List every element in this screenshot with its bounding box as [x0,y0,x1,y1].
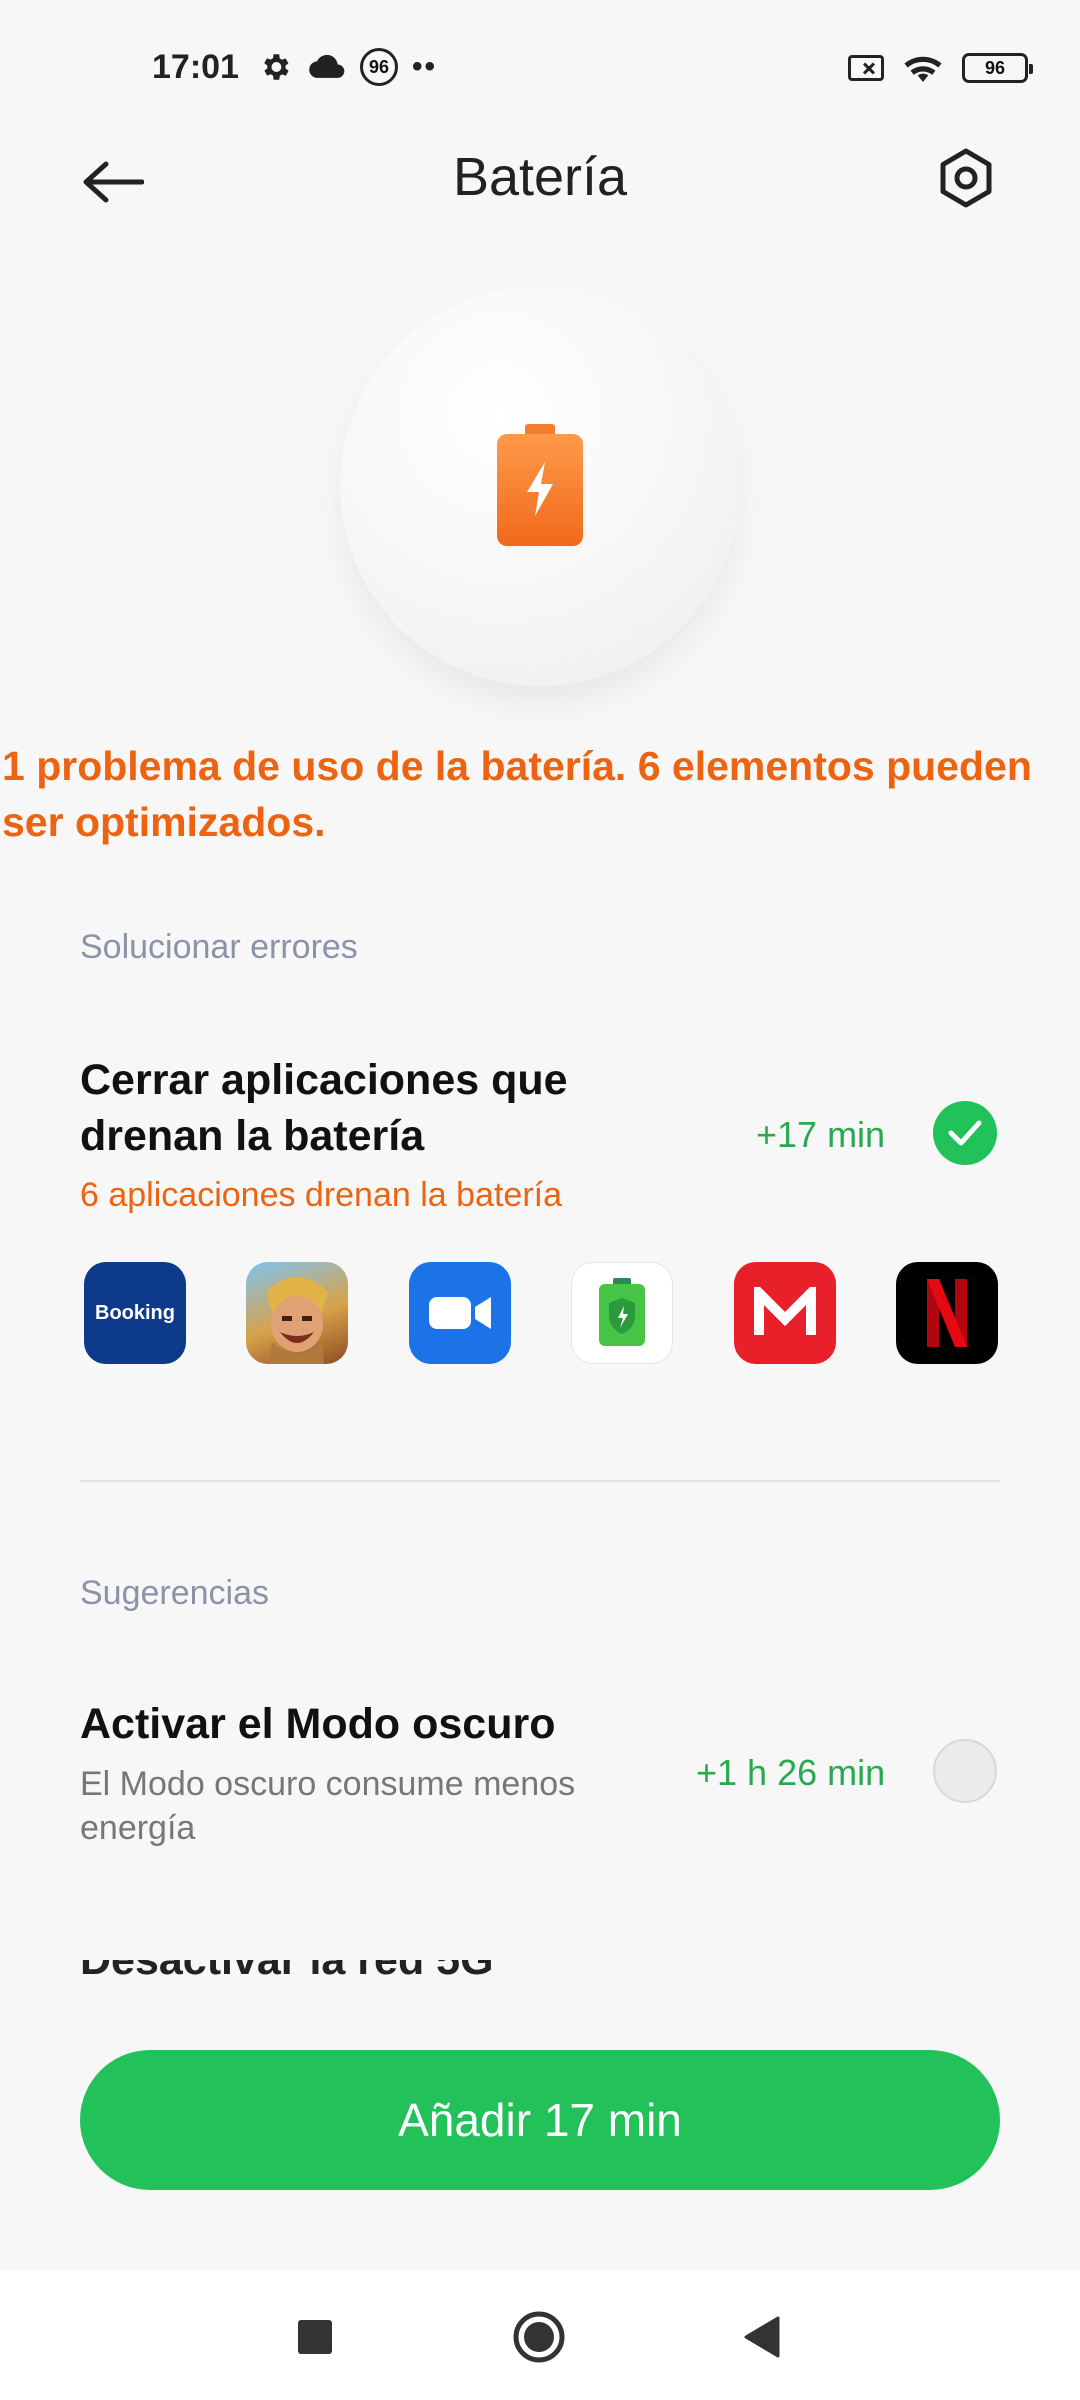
recent-apps-icon[interactable] [298,2320,332,2354]
notification-badge-icon: 96 [360,48,398,86]
battery-summary: 1 problema de uso de la batería. 6 eleme… [2,743,1032,845]
home-icon[interactable] [512,2310,566,2364]
battery-shield-icon [599,1278,646,1346]
dark-mode-title[interactable]: Activar el Modo oscuro [80,1696,555,1752]
next-suggestion-title: Desactivar la red 5G [80,1960,1000,1980]
more-notifications-indicator: •• [412,50,438,83]
status-bar: 17:01 96 •• 96 [0,0,1080,140]
lords-mobile-app-icon[interactable] [246,1262,349,1364]
battery-app-icon[interactable] [571,1262,674,1364]
battery-charging-icon [497,424,583,546]
status-time: 17:01 [152,48,239,86]
close-draining-apps-gain: +17 min [756,1114,886,1155]
booking-app-label: Booking [95,1301,175,1324]
gear-icon [264,54,289,80]
dark-mode-checkbox[interactable] [933,1739,997,1803]
page-title: Batería [452,147,628,207]
video-camera-icon [428,1297,491,1329]
settings-button[interactable] [934,146,998,210]
no-sim-icon [848,55,884,81]
status-icons-left: 96 •• [258,48,437,86]
netflix-n-icon [926,1279,967,1347]
navigation-bar [0,2270,1080,2400]
add-time-button[interactable]: Añadir 17 min [80,2050,1000,2190]
section-label-fix-errors: Solucionar errores [80,928,358,966]
battery-status-icon: 96 [962,53,1033,83]
mega-m-icon [753,1287,816,1335]
section-label-suggestions: Sugerencias [80,1574,270,1612]
check-icon [948,1120,982,1146]
dark-mode-gain: +1 h 26 min [696,1752,886,1793]
dark-mode-subtitle: El Modo oscuro consume menos energía [80,1765,576,1847]
settings-hexagon-icon [940,148,992,208]
close-draining-apps-subtitle: 6 aplicaciones drenan la batería [80,1176,562,1214]
top-bar: Batería [0,130,1080,240]
status-icons-right: 96 [848,52,1033,84]
section-divider [80,1480,1000,1482]
zoom-app-icon[interactable] [408,1262,511,1364]
close-draining-apps-title[interactable]: Cerrar aplicaciones que drenan la baterí… [80,1052,680,1164]
warrior-face-icon [266,1277,329,1364]
mega-app-icon[interactable] [733,1262,836,1364]
battery-screen: 17:01 96 •• 96 Batería 1 problema de uso… [0,0,1080,2400]
close-draining-apps-checkbox[interactable] [933,1101,997,1165]
back-triangle-icon[interactable] [742,2316,782,2358]
cloud-icon [309,54,345,78]
netflix-app-icon[interactable] [895,1262,998,1364]
draining-apps-list: Booking [84,1262,998,1366]
next-suggestion-partial: Desactivar la red 5G [80,1960,1000,1980]
booking-app-icon[interactable]: Booking [84,1262,186,1364]
wifi-icon [904,56,942,82]
